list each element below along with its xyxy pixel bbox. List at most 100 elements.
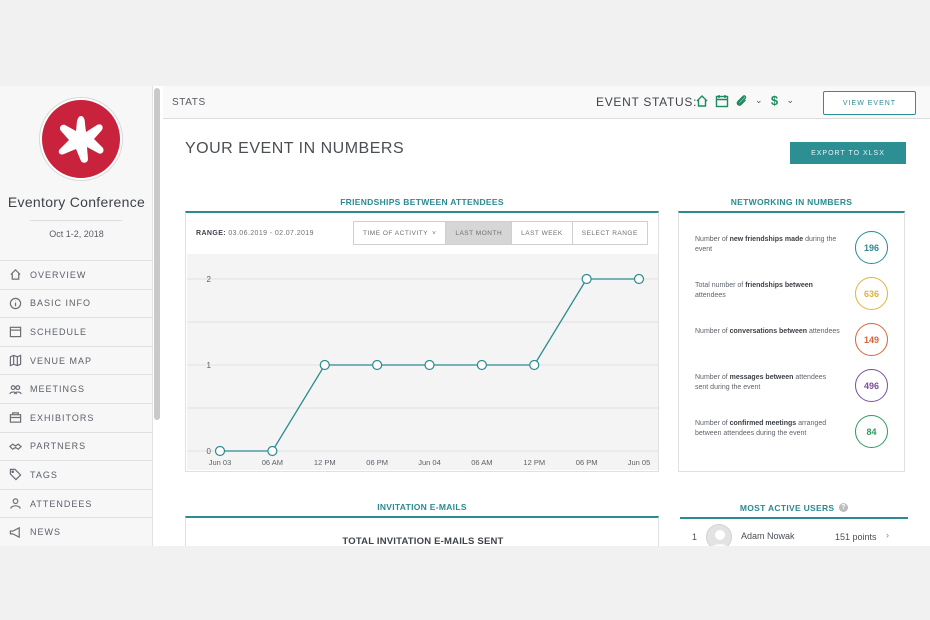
- network-stat-label: Number of messages between attendees sen…: [695, 373, 840, 393]
- x-tick-label: 06 AM: [471, 458, 492, 467]
- friendships-chart-area: 0 1 2 Jun 03 06 AM 12 PM 06 PM Jun 04 06 AM 12 PM…: [187, 254, 658, 470]
- sidebar-item-partners[interactable]: PARTNERS: [0, 431, 153, 461]
- network-stat-row: Number of new friendships made during th…: [695, 231, 905, 271]
- dollar-status-icon[interactable]: $: [769, 93, 781, 108]
- stat-label-pre: Number of: [695, 236, 730, 243]
- x-tick-label: 12 PM: [523, 458, 545, 467]
- invitations-panel: TOTAL INVITATION E-MAILS SENT: [185, 516, 659, 546]
- calendar-status-icon[interactable]: [715, 94, 729, 108]
- sidebar-item-label: SCHEDULE: [30, 326, 88, 337]
- filter-last-week[interactable]: LAST WEEK: [512, 222, 573, 244]
- home-status-icon[interactable]: [695, 94, 709, 108]
- stat-label-post: attendees: [695, 292, 726, 299]
- network-stat-label: Number of conversations between attendee…: [695, 327, 840, 337]
- y-tick-label: 2: [207, 275, 212, 284]
- network-stat-label: Number of new friendships made during th…: [695, 235, 840, 255]
- x-tick-label: Jun 03: [209, 458, 232, 467]
- chevron-down-icon[interactable]: ⌄: [755, 95, 763, 106]
- avatar: [706, 524, 732, 546]
- map-icon: [9, 354, 22, 367]
- stat-label-pre: Number of: [695, 328, 730, 335]
- sidebar-item-attendees[interactable]: ATTENDEES: [0, 488, 153, 518]
- stat-label-pre: Total number of: [695, 282, 746, 289]
- filter-select-range[interactable]: SELECT RANGE: [572, 222, 647, 244]
- info-icon: [9, 297, 22, 310]
- filter-label: TIME OF ACTIVITY: [363, 229, 429, 237]
- divider: [30, 220, 122, 221]
- meetings-icon: [9, 384, 22, 394]
- attachment-status-icon[interactable]: [735, 94, 749, 108]
- network-stat-label: Number of confirmed meetings arranged be…: [695, 419, 840, 439]
- sidebar-item-exhibitors[interactable]: EXHIBITORS: [0, 402, 153, 432]
- range-label: RANGE: 03.06.2019 - 02.07.2019: [196, 230, 314, 237]
- home-icon: [10, 269, 21, 281]
- sidebar-item-label: MEETINGS: [30, 384, 86, 395]
- filter-last-month[interactable]: LAST MONTH: [446, 222, 513, 244]
- sidebar-scrollbar[interactable]: [154, 88, 160, 420]
- x-tick-label: 06 AM: [262, 458, 283, 467]
- friendships-line-chart: 0 1 2 Jun 03 06 AM 12 PM 06 PM Jun 04 06 AM 12 PM…: [187, 273, 658, 467]
- x-tick-label: 06 PM: [366, 458, 388, 467]
- range-filter-group: TIME OF ACTIVITY ˅ LAST MONTH LAST WEEK S…: [353, 221, 648, 245]
- sidebar-item-label: PARTNERS: [30, 441, 87, 452]
- export-xlsx-button[interactable]: EXPORT TO XLSX: [790, 142, 906, 164]
- chevron-down-icon[interactable]: ⌄: [787, 95, 795, 106]
- sidebar: Eventory Conference Oct 1-2, 2018 OVERVI…: [0, 86, 153, 546]
- news-icon: [9, 526, 20, 538]
- stat-label-bold: messages between: [729, 374, 794, 381]
- network-stat-row: Total number of friendships between atte…: [695, 277, 905, 317]
- y-tick-label: 0: [207, 447, 212, 456]
- filter-time-of-activity[interactable]: TIME OF ACTIVITY ˅: [354, 222, 447, 244]
- user-rank: 1: [692, 532, 698, 542]
- network-stat-label: Total number of friendships between atte…: [695, 281, 840, 301]
- breadcrumb: STATS: [172, 97, 206, 108]
- page-title: YOUR EVENT IN NUMBERS: [185, 140, 405, 157]
- data-point: [267, 445, 278, 457]
- data-point: [581, 273, 592, 285]
- sidebar-item-schedule[interactable]: SCHEDULE: [0, 317, 153, 346]
- sidebar-item-overview[interactable]: OVERVIEW: [0, 260, 153, 289]
- range-prefix: RANGE:: [196, 230, 227, 237]
- sidebar-item-tags[interactable]: TAGS: [0, 460, 153, 489]
- event-status-label: EVENT STATUS:: [596, 95, 698, 109]
- data-point: [214, 445, 226, 457]
- network-stat-row: Number of conversations between attendee…: [695, 323, 905, 363]
- data-point: [476, 359, 487, 371]
- stat-label-pre: Number of: [695, 420, 730, 427]
- view-event-button[interactable]: VIEW EVENT: [823, 91, 916, 115]
- topbar: STATS EVENT STATUS: ⌄ $ ⌄ VIEW EVENT: [163, 86, 930, 119]
- sidebar-item-label: EXHIBITORS: [30, 412, 95, 423]
- chevron-right-icon[interactable]: ›: [886, 530, 889, 540]
- active-users-title-text: MOST ACTIVE USERS: [739, 503, 835, 513]
- event-date: Oct 1-2, 2018: [49, 229, 104, 239]
- network-stat-value: 496: [855, 369, 888, 402]
- sidebar-item-meetings[interactable]: MEETINGS: [0, 374, 153, 403]
- range-value: 03.06.2019 - 02.07.2019: [228, 230, 314, 237]
- networking-panel: Number of new friendships made during th…: [678, 211, 905, 472]
- network-stat-value: 84: [855, 415, 888, 448]
- user-name: Adam Nowak: [741, 531, 795, 541]
- event-logo: [40, 98, 122, 180]
- sidebar-item-label: ATTENDEES: [30, 498, 93, 509]
- x-tick-label: 06 PM: [576, 458, 598, 467]
- network-stat-value: 636: [855, 277, 888, 310]
- sidebar-item-basic-info[interactable]: BASIC INFO: [0, 288, 153, 318]
- x-tick-label: 12 PM: [314, 458, 336, 467]
- schedule-icon: [9, 327, 22, 338]
- help-icon[interactable]: ?: [839, 503, 849, 512]
- tag-icon: [9, 469, 22, 481]
- app-window: Eventory Conference Oct 1-2, 2018 OVERVI…: [0, 86, 930, 546]
- avatar-placeholder-icon: [713, 530, 727, 546]
- stat-label-bold: friendships between: [745, 282, 813, 289]
- invitations-title: INVITATION E-MAILS: [377, 502, 467, 512]
- network-stat-value: 149: [855, 323, 888, 356]
- sidebar-item-venue-map[interactable]: VENUE MAP: [0, 345, 153, 375]
- user-points: 151 points: [835, 532, 877, 542]
- sidebar-item-label: NEWS: [30, 527, 61, 538]
- data-point: [633, 273, 645, 285]
- stat-label-pre: Number of: [695, 374, 730, 381]
- stat-label-post: attendees: [807, 328, 840, 335]
- sidebar-item-news[interactable]: NEWS: [0, 517, 153, 546]
- sidebar-item-label: BASIC INFO: [30, 298, 92, 309]
- list-item[interactable]: 1 Adam Nowak 151 points ›: [680, 522, 908, 546]
